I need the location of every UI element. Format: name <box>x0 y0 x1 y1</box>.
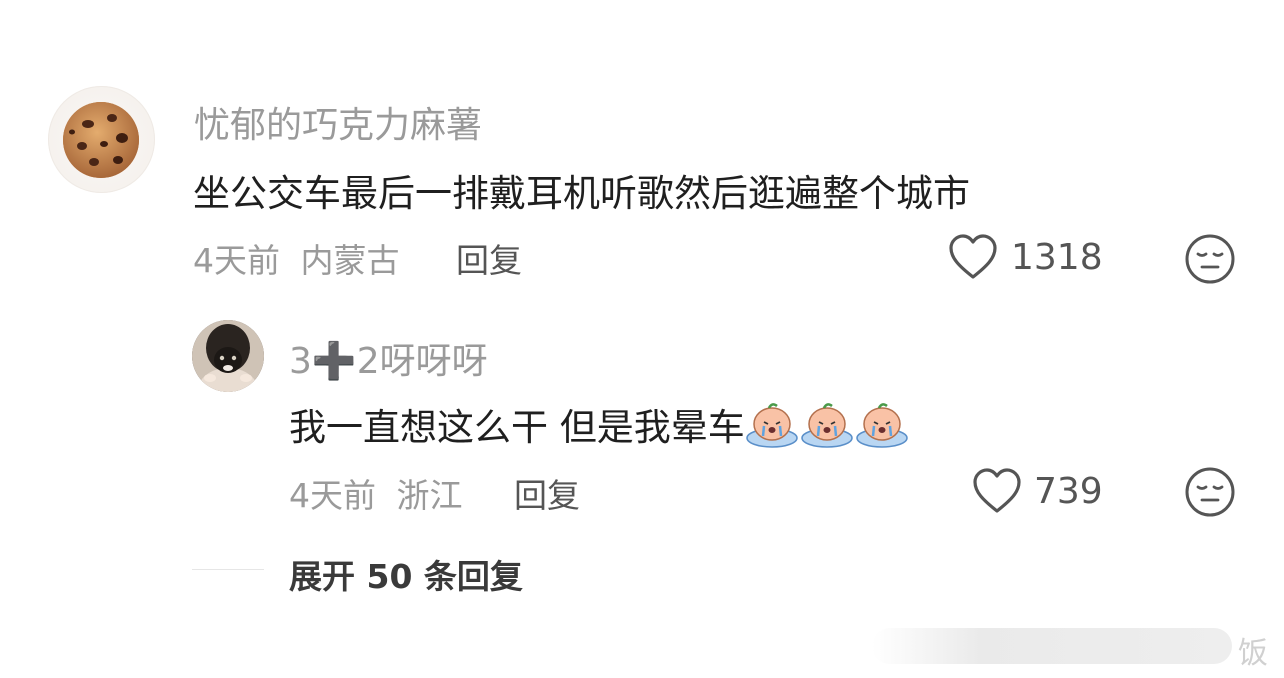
reply-reply-button[interactable]: 回复 <box>514 469 580 517</box>
heart-outline-icon[interactable] <box>947 233 999 285</box>
reply-location: 浙江 <box>396 476 463 515</box>
expand-replies-button[interactable]: 展开 50 条回复 <box>289 550 523 598</box>
watermark-text: 饭 <box>1238 636 1268 671</box>
cookie-avatar-image <box>63 102 139 178</box>
expand-divider <box>192 569 264 570</box>
reply-text-row: 我一直想这么干 但是我晕车 <box>289 397 909 457</box>
comment-meta: 4天前 内蒙古 <box>193 234 400 282</box>
meh-face-icon[interactable] <box>1184 233 1236 289</box>
watermark-bar <box>872 628 1232 664</box>
replier-username[interactable]: 3➕2呀呀呀 <box>289 332 488 384</box>
comment-reply-button[interactable]: 回复 <box>456 234 522 282</box>
comment-like-count: 1318 <box>1011 237 1103 278</box>
meh-face-icon[interactable] <box>1184 466 1236 522</box>
comment-time: 4天前 <box>193 241 280 280</box>
crying-sticker-icon <box>745 402 909 457</box>
replier-avatar[interactable] <box>192 320 264 392</box>
cat-photo-avatar-image <box>192 320 264 392</box>
commenter-username[interactable]: 忧郁的巧克力麻薯 <box>194 96 482 148</box>
heart-outline-icon[interactable] <box>971 467 1023 519</box>
comment-text: 坐公交车最后一排戴耳机听歌然后逛遍整个城市 <box>193 172 970 215</box>
commenter-avatar[interactable] <box>48 86 155 193</box>
comment-location: 内蒙古 <box>300 241 400 280</box>
reply-time: 4天前 <box>289 476 376 515</box>
reply-text: 我一直想这么干 但是我晕车 <box>289 406 745 449</box>
reply-meta: 4天前 浙江 <box>289 469 463 517</box>
reply-like-count: 739 <box>1034 471 1103 512</box>
